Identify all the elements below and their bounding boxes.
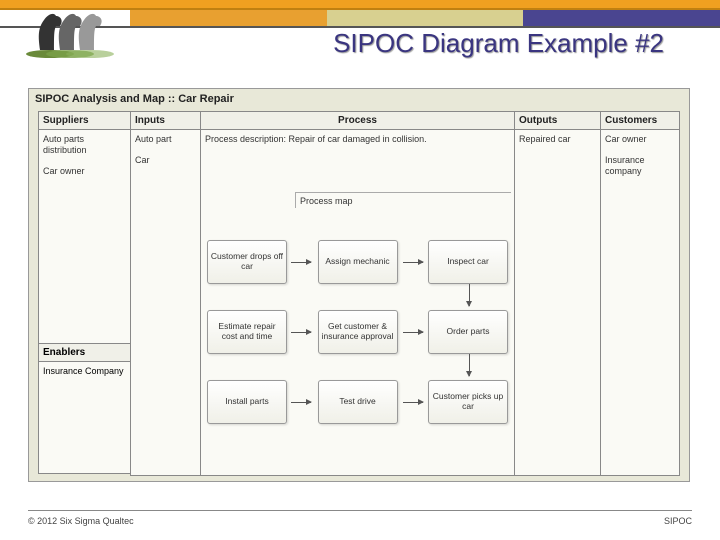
arrow-icon xyxy=(291,332,311,333)
input-item: Car xyxy=(135,155,196,166)
header-colorstrip xyxy=(130,10,720,26)
process-step: Install parts xyxy=(207,380,287,424)
customer-item: Car owner xyxy=(605,134,675,145)
col-outputs: Outputs Repaired car xyxy=(514,111,600,476)
header-customers: Customers xyxy=(600,111,680,130)
process-flow: Customer drops off car Assign mechanic I… xyxy=(207,240,508,450)
col-process: Process Process description: Repair of c… xyxy=(200,111,514,476)
flow-row: Estimate repair cost and time Get custom… xyxy=(207,310,508,354)
header-enablers: Enablers xyxy=(38,344,130,362)
process-map-label: Process map xyxy=(295,192,511,208)
cell-suppliers: Auto parts distribution Car owner xyxy=(38,130,130,344)
arrow-icon xyxy=(291,402,311,403)
sipoc-table: Suppliers Auto parts distribution Car ow… xyxy=(38,111,680,476)
slide-title: SIPOC Diagram Example #2 xyxy=(333,28,664,59)
process-step: Assign mechanic xyxy=(318,240,398,284)
flow-row: Customer drops off car Assign mechanic I… xyxy=(207,240,508,284)
footer-label: SIPOC xyxy=(664,516,692,526)
cell-process: Process description: Repair of car damag… xyxy=(200,130,514,476)
output-item: Repaired car xyxy=(519,134,596,145)
arrow-icon xyxy=(403,262,423,263)
supplier-item: Auto parts distribution xyxy=(43,134,126,156)
customer-item: Insurance company xyxy=(605,155,675,177)
cell-inputs: Auto part Car xyxy=(130,130,200,476)
sipoc-diagram: SIPOC Analysis and Map :: Car Repair Sup… xyxy=(28,88,690,482)
process-step: Order parts xyxy=(428,310,508,354)
process-step: Estimate repair cost and time xyxy=(207,310,287,354)
header-suppliers: Suppliers xyxy=(38,111,130,130)
process-description: Process description: Repair of car damag… xyxy=(205,134,510,148)
header-process: Process xyxy=(200,111,514,130)
footer-copyright: © 2012 Six Sigma Qualtec xyxy=(28,516,134,526)
arrow-icon xyxy=(403,332,423,333)
col-customers: Customers Car owner Insurance company xyxy=(600,111,680,476)
slide-footer: © 2012 Six Sigma Qualtec SIPOC xyxy=(28,510,692,526)
diagram-title: SIPOC Analysis and Map :: Car Repair xyxy=(29,89,689,109)
cell-outputs: Repaired car xyxy=(514,130,600,476)
logo xyxy=(20,6,120,60)
input-item: Auto part xyxy=(135,134,196,145)
flow-row: Install parts Test drive Customer picks … xyxy=(207,380,508,424)
process-step: Inspect car xyxy=(428,240,508,284)
cell-customers: Car owner Insurance company xyxy=(600,130,680,476)
slide-header: SIPOC Diagram Example #2 xyxy=(0,0,720,60)
process-step: Customer picks up car xyxy=(428,380,508,424)
cell-enablers: Insurance Company xyxy=(38,362,130,474)
process-step: Test drive xyxy=(318,380,398,424)
arrow-icon xyxy=(469,354,470,376)
supplier-item: Car owner xyxy=(43,166,126,177)
process-step: Customer drops off car xyxy=(207,240,287,284)
header-outputs: Outputs xyxy=(514,111,600,130)
col-suppliers: Suppliers Auto parts distribution Car ow… xyxy=(38,111,130,476)
arrow-icon xyxy=(403,402,423,403)
arrow-icon xyxy=(469,284,470,306)
enabler-item: Insurance Company xyxy=(43,366,126,377)
process-step: Get customer & insurance approval xyxy=(318,310,398,354)
header-inputs: Inputs xyxy=(130,111,200,130)
col-inputs: Inputs Auto part Car xyxy=(130,111,200,476)
arrow-icon xyxy=(291,262,311,263)
